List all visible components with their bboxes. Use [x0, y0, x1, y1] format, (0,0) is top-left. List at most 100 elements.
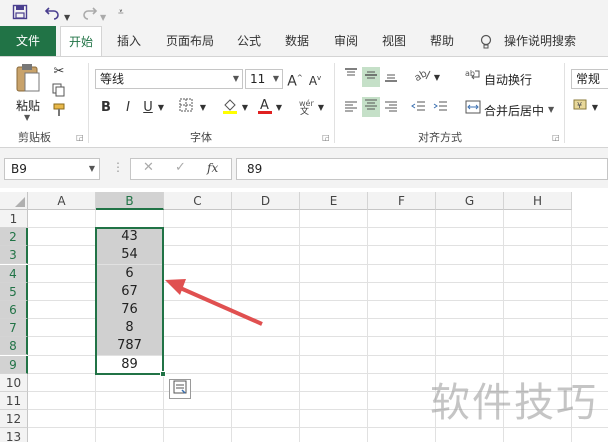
redo-dropdown-icon[interactable]: ▼ [100, 9, 106, 27]
undo-icon[interactable] [44, 4, 60, 25]
cut-icon[interactable]: ✂ [50, 63, 68, 81]
font-name-select[interactable]: 等线 ▼ [95, 69, 243, 89]
svg-text:A: A [260, 98, 269, 113]
row-header-8[interactable]: 8 [0, 337, 28, 356]
tab-view[interactable]: 视图 [382, 26, 406, 56]
row-header-11[interactable]: 11 [0, 392, 28, 410]
row-header-13[interactable]: 13 [0, 428, 28, 442]
name-box-value: B9 [11, 162, 27, 176]
italic-button[interactable]: I [120, 99, 136, 117]
row-header-3[interactable]: 3 [0, 246, 28, 265]
fill-handle[interactable] [160, 370, 166, 377]
column-header-g[interactable]: G [436, 192, 504, 210]
font-color-dropdown-icon[interactable]: ▼ [274, 99, 284, 117]
font-launcher-icon[interactable]: ◲ [322, 133, 330, 142]
font-color-icon[interactable]: A [255, 97, 275, 121]
underline-dropdown-icon[interactable]: ▼ [156, 99, 166, 117]
row-header-1[interactable]: 1 [0, 210, 28, 228]
align-middle-icon[interactable] [362, 67, 380, 87]
font-group-label: 字体 [190, 131, 212, 144]
column-header-a[interactable]: A [28, 192, 96, 210]
align-right-icon[interactable] [382, 99, 400, 121]
paste-icon[interactable] [12, 63, 44, 99]
more-options-icon[interactable]: ⋮ [112, 160, 124, 174]
fill-color-dropdown-icon[interactable]: ▼ [240, 99, 250, 117]
redo-icon[interactable] [82, 4, 98, 25]
save-icon[interactable] [12, 4, 28, 25]
phonetic-icon[interactable]: wén 文 [296, 97, 316, 121]
format-painter-icon[interactable] [50, 103, 68, 123]
orientation-dropdown-icon[interactable]: ▼ [432, 69, 442, 87]
paste-button[interactable]: 粘贴 [16, 97, 40, 114]
wrap-text-button[interactable]: 自动换行 [484, 71, 532, 88]
alignment-launcher-icon[interactable]: ◲ [552, 133, 560, 142]
phonetic-dropdown-icon[interactable]: ▼ [316, 99, 326, 117]
cancel-icon[interactable]: ✕ [143, 160, 154, 175]
customize-qat-icon[interactable]: ⩡ [118, 4, 124, 22]
quick-analysis-icon[interactable] [169, 378, 191, 399]
accounting-dropdown-icon[interactable]: ▼ [590, 99, 600, 117]
accounting-format-icon[interactable]: ¥ [572, 97, 590, 119]
decrease-font-icon[interactable]: Av [307, 69, 323, 90]
formula-input[interactable]: 89 [236, 158, 608, 180]
chevron-down-icon: ▼ [272, 74, 279, 83]
align-top-icon[interactable] [342, 67, 360, 87]
undo-dropdown-icon[interactable]: ▼ [64, 9, 70, 27]
row-header-10[interactable]: 10 [0, 373, 28, 392]
font-size-select[interactable]: 11 ▼ [245, 69, 283, 89]
column-header-f[interactable]: F [368, 192, 436, 210]
tab-insert[interactable]: 插入 [117, 26, 141, 56]
tab-file[interactable]: 文件 [0, 26, 56, 56]
merge-center-icon[interactable] [464, 99, 482, 121]
decrease-indent-icon[interactable] [410, 99, 428, 121]
select-all-corner[interactable] [0, 192, 28, 210]
row-header-6[interactable]: 6 [0, 301, 28, 319]
tab-page-layout[interactable]: 页面布局 [166, 26, 214, 56]
wrap-text-icon[interactable]: ab [464, 67, 482, 89]
column-header-c[interactable]: C [164, 192, 232, 210]
tab-home[interactable]: 开始 [60, 26, 102, 57]
tab-help[interactable]: 帮助 [430, 26, 454, 56]
row-header-9[interactable]: 9 [0, 355, 28, 374]
svg-text:¥: ¥ [577, 101, 582, 110]
fill-color-icon[interactable] [220, 97, 240, 121]
borders-dropdown-icon[interactable]: ▼ [198, 99, 208, 117]
column-gridline [367, 210, 368, 442]
row-header-5[interactable]: 5 [0, 282, 28, 301]
underline-button[interactable]: U [140, 99, 156, 117]
lightbulb-icon[interactable] [480, 26, 492, 56]
column-header-h[interactable]: H [504, 192, 572, 210]
increase-indent-icon[interactable] [432, 99, 450, 121]
row-header-12[interactable]: 12 [0, 410, 28, 429]
bold-button[interactable]: B [98, 99, 114, 117]
ribbon-tabs: 文件 开始 插入 页面布局 公式 数据 审阅 视图 帮助 操作说明搜索 [0, 26, 608, 57]
row-header-4[interactable]: 4 [0, 264, 28, 283]
copy-icon[interactable] [50, 83, 68, 103]
borders-icon[interactable] [176, 98, 196, 118]
tab-data[interactable]: 数据 [285, 26, 309, 56]
formula-buttons: ✕ ✓ fx [130, 158, 232, 180]
align-center-icon[interactable] [362, 97, 380, 117]
column-header-b[interactable]: B [96, 192, 164, 210]
row-header-7[interactable]: 7 [0, 319, 28, 338]
tab-formulas[interactable]: 公式 [237, 26, 261, 56]
merge-dropdown-icon[interactable]: ▼ [548, 105, 554, 114]
align-left-icon[interactable] [342, 99, 360, 121]
align-bottom-icon[interactable] [382, 67, 400, 87]
column-header-e[interactable]: E [300, 192, 368, 210]
group-divider [334, 63, 335, 143]
column-header-d[interactable]: D [232, 192, 300, 210]
tell-me-search[interactable]: 操作说明搜索 [504, 26, 576, 56]
name-box[interactable]: B9 ▼ [4, 158, 100, 180]
enter-icon[interactable]: ✓ [175, 160, 186, 175]
insert-function-icon[interactable]: fx [207, 161, 218, 175]
merge-center-button[interactable]: 合并后居中 [484, 102, 544, 119]
clipboard-launcher-icon[interactable]: ◲ [76, 133, 84, 142]
orientation-icon[interactable]: ab [412, 67, 434, 89]
paste-dropdown-icon[interactable]: ▼ [24, 113, 30, 122]
number-format-select[interactable]: 常规 [571, 69, 608, 89]
tab-review[interactable]: 审阅 [334, 26, 358, 56]
row-header-2[interactable]: 2 [0, 228, 28, 247]
cell-b1[interactable] [96, 210, 163, 228]
increase-font-icon[interactable]: A^ [287, 69, 303, 91]
